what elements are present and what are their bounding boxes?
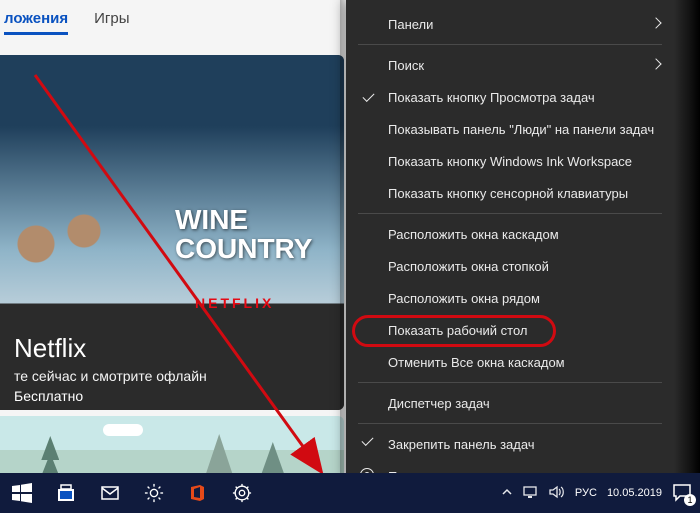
tray-action-center[interactable]: 1	[672, 482, 694, 504]
tab-games[interactable]: Игры	[94, 10, 129, 35]
menu-separator	[358, 44, 662, 45]
hero-art-people	[0, 205, 120, 335]
taskbar-settings[interactable]	[220, 473, 264, 513]
menu-label: Панели	[388, 17, 433, 32]
menu-search[interactable]: Поиск	[346, 49, 674, 81]
right-edge-shadow	[674, 0, 700, 473]
start-button[interactable]	[0, 473, 44, 513]
hero-card-netflix[interactable]: WINE COUNTRY NETFLIX Netflix те сейчас и…	[0, 55, 344, 410]
menu-label: Показать рабочий стол	[388, 323, 527, 338]
tray-clock[interactable]: 10.05.2019	[607, 487, 662, 500]
notification-badge: 1	[684, 494, 696, 506]
tree-icon	[41, 436, 59, 473]
mail-icon	[100, 483, 120, 503]
menu-task-manager[interactable]: Диспетчер задач	[346, 387, 674, 419]
mountain-icon	[189, 434, 249, 473]
menu-label: Расположить окна каскадом	[388, 227, 559, 242]
tray-chevron-up-icon[interactable]	[501, 486, 513, 501]
menu-side-by-side[interactable]: Расположить окна рядом	[346, 282, 674, 314]
hero-subtitle: те сейчас и смотрите офлайн	[14, 368, 330, 384]
menu-stack-windows[interactable]: Расположить окна стопкой	[346, 250, 674, 282]
hero-price: Бесплатно	[14, 388, 330, 404]
taskbar-mail[interactable]	[88, 473, 132, 513]
office-icon	[188, 483, 208, 503]
tray-language[interactable]: РУС	[575, 487, 597, 499]
menu-show-taskview[interactable]: Показать кнопку Просмотра задач	[346, 81, 674, 113]
menu-cascade-windows[interactable]: Расположить окна каскадом	[346, 218, 674, 250]
menu-separator	[358, 423, 662, 424]
menu-show-touch-keyboard[interactable]: Показать кнопку сенсорной клавиатуры	[346, 177, 674, 209]
taskbar: РУС 10.05.2019 1	[0, 473, 700, 513]
store-icon	[56, 483, 76, 503]
sun-icon	[144, 483, 164, 503]
menu-show-ink[interactable]: Показать кнопку Windows Ink Workspace	[346, 145, 674, 177]
windows-logo-icon	[12, 483, 32, 503]
mountain-icon	[241, 442, 305, 473]
menu-show-people[interactable]: Показывать панель "Люди" на панели задач	[346, 113, 674, 145]
menu-lock-taskbar[interactable]: Закрепить панель задач	[346, 428, 674, 460]
menu-label: Расположить окна рядом	[388, 291, 540, 306]
hero-movie-title: WINE COUNTRY	[175, 205, 312, 264]
system-tray: РУС 10.05.2019 1	[501, 482, 700, 504]
secondary-card[interactable]	[0, 416, 344, 473]
menu-separator	[358, 382, 662, 383]
tray-network-icon[interactable]	[523, 485, 539, 502]
taskbar-store[interactable]	[44, 473, 88, 513]
menu-show-desktop[interactable]: Показать рабочий стол	[346, 314, 674, 346]
netflix-logo-text: NETFLIX	[195, 295, 274, 311]
tab-apps[interactable]: ложения	[4, 10, 68, 35]
taskbar-weather[interactable]	[132, 473, 176, 513]
menu-panels[interactable]: Панели	[346, 8, 674, 40]
hero-title-line1: WINE	[175, 204, 248, 235]
tray-date: 10.05.2019	[607, 487, 662, 500]
menu-label: Диспетчер задач	[388, 396, 490, 411]
cloud-icon	[103, 424, 143, 436]
menu-label: Показывать панель "Люди" на панели задач	[388, 122, 654, 137]
menu-label: Показать кнопку Windows Ink Workspace	[388, 154, 632, 169]
menu-label: Закрепить панель задач	[388, 437, 535, 452]
menu-label: Отменить Все окна каскадом	[388, 355, 565, 370]
hero-app-name: Netflix	[14, 333, 330, 364]
hero-info: Netflix те сейчас и смотрите офлайн Бесп…	[14, 333, 330, 410]
hero-title-line2: COUNTRY	[175, 233, 312, 264]
taskbar-office[interactable]	[176, 473, 220, 513]
gear-icon	[232, 483, 252, 503]
menu-separator	[358, 213, 662, 214]
menu-label: Показать кнопку Просмотра задач	[388, 90, 595, 105]
menu-label: Поиск	[388, 58, 424, 73]
menu-undo-cascade[interactable]: Отменить Все окна каскадом	[346, 346, 674, 378]
tray-volume-icon[interactable]	[549, 485, 565, 502]
menu-label: Расположить окна стопкой	[388, 259, 549, 274]
menu-label: Показать кнопку сенсорной клавиатуры	[388, 186, 628, 201]
taskbar-context-menu: Панели Поиск Показать кнопку Просмотра з…	[346, 0, 674, 481]
